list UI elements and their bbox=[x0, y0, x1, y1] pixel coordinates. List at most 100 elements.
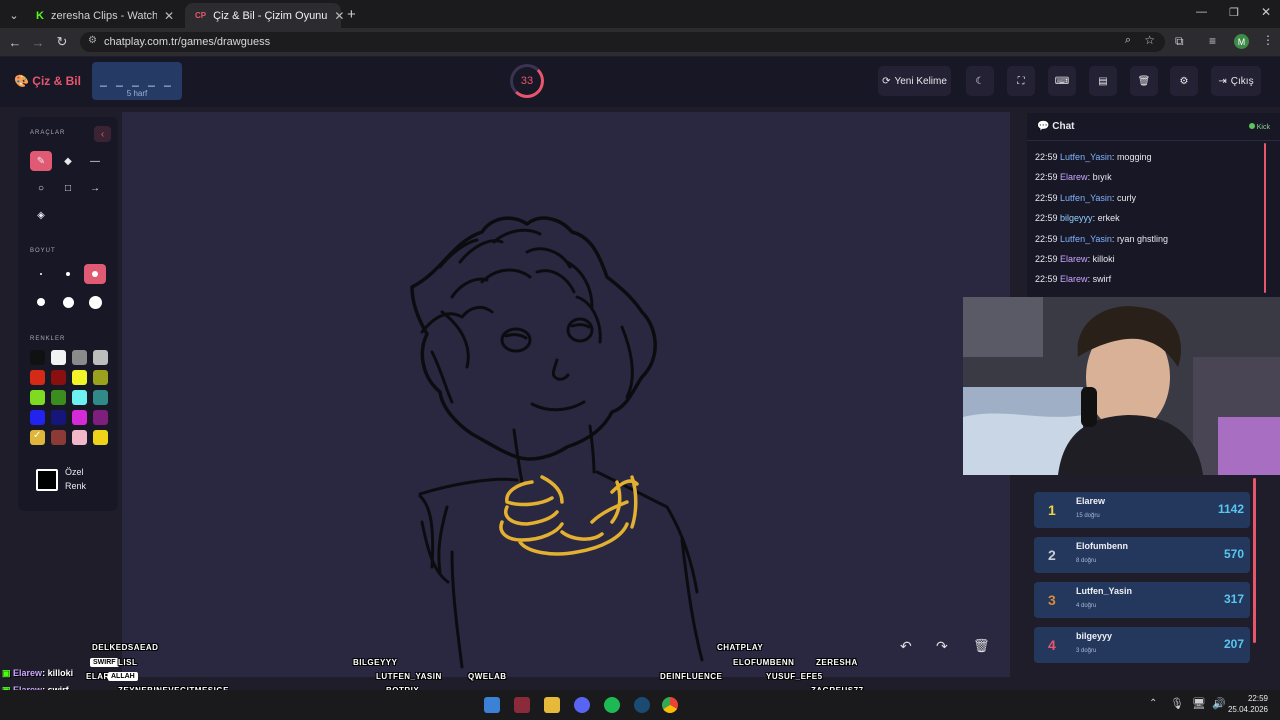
site-info-icon[interactable]: ⚙ bbox=[88, 35, 97, 46]
color-swatch[interactable] bbox=[51, 350, 66, 365]
message-user[interactable]: Elarew bbox=[1060, 274, 1088, 284]
windows-start-icon[interactable] bbox=[484, 697, 500, 713]
color-swatch[interactable] bbox=[93, 350, 108, 365]
message-user[interactable]: bilgeyyy bbox=[1060, 213, 1093, 223]
address-input[interactable]: ⚙ chatplay.com.tr/games/drawguess ⌕ ☆ bbox=[80, 32, 1165, 52]
color-swatch[interactable] bbox=[51, 410, 66, 425]
archive-button[interactable]: ▤ bbox=[1089, 66, 1117, 96]
message-time: 22:59 bbox=[1035, 213, 1058, 224]
keyboard-button[interactable]: ⌨ bbox=[1048, 66, 1076, 96]
bookmark-star-icon[interactable]: ☆ bbox=[1144, 33, 1155, 47]
arrow-tool[interactable]: → bbox=[84, 178, 106, 198]
color-swatch[interactable] bbox=[93, 430, 108, 445]
undo-icon[interactable]: ↶ bbox=[900, 638, 912, 655]
leaderboard-scrollbar[interactable] bbox=[1253, 478, 1256, 643]
message-user[interactable]: Lutfen_Yasin bbox=[1060, 152, 1112, 162]
color-swatch[interactable] bbox=[30, 410, 45, 425]
close-icon[interactable]: ✕ bbox=[164, 9, 174, 23]
volume-icon[interactable]: 🔊 bbox=[1212, 697, 1226, 710]
message-user[interactable]: Lutfen_Yasin bbox=[1060, 193, 1112, 203]
forward-icon[interactable]: → bbox=[28, 32, 48, 52]
eraser-tool[interactable]: ◆ bbox=[57, 151, 79, 171]
brush-tool[interactable]: ✎ bbox=[30, 151, 52, 171]
browser-menu-icon[interactable]: ⋮ bbox=[1262, 33, 1274, 47]
reload-icon[interactable]: ↻ bbox=[52, 32, 72, 52]
exit-label: Çıkış bbox=[1230, 75, 1254, 87]
color-swatch[interactable] bbox=[72, 410, 87, 425]
media-icon[interactable]: ≡ bbox=[1209, 34, 1216, 48]
exit-button[interactable]: ⇥ Çıkış bbox=[1211, 66, 1261, 96]
color-swatch[interactable] bbox=[51, 370, 66, 385]
color-swatch[interactable] bbox=[30, 370, 45, 385]
fullscreen-button[interactable]: ⛶ bbox=[1007, 66, 1035, 96]
new-tab-icon[interactable]: + bbox=[347, 6, 356, 23]
size-option-1[interactable] bbox=[30, 264, 52, 284]
minimize-icon[interactable]: — bbox=[1196, 6, 1207, 18]
color-swatch[interactable] bbox=[72, 370, 87, 385]
system-clock[interactable]: 22:59 25.04.2026 bbox=[1226, 693, 1268, 715]
line-tool[interactable]: — bbox=[84, 151, 106, 171]
color-swatch[interactable] bbox=[30, 350, 45, 365]
expand-icon: ⛶ bbox=[1017, 75, 1025, 87]
new-word-button[interactable]: ⟳ Yeni Kelime bbox=[878, 66, 951, 96]
message-user[interactable]: Lutfen_Yasin bbox=[1060, 234, 1112, 244]
tab-search-button[interactable]: ⌄ bbox=[4, 3, 24, 28]
message-user[interactable]: Elarew bbox=[1060, 254, 1088, 264]
color-swatch[interactable] bbox=[72, 350, 87, 365]
player-rank: 2 bbox=[1048, 547, 1056, 563]
rectangle-tool[interactable]: □ bbox=[57, 178, 79, 198]
kick-icon: K bbox=[36, 9, 44, 22]
size-option-2[interactable] bbox=[57, 264, 79, 284]
size-option-4[interactable] bbox=[30, 292, 52, 312]
collapse-panel-button[interactable]: ‹ bbox=[94, 126, 111, 142]
color-swatch[interactable] bbox=[51, 390, 66, 405]
network-icon[interactable]: 🖥 bbox=[1192, 697, 1206, 710]
app-icon[interactable] bbox=[514, 697, 530, 713]
custom-color-button[interactable] bbox=[36, 469, 58, 491]
color-swatch[interactable]: ✓ bbox=[30, 430, 45, 445]
color-swatch[interactable] bbox=[93, 410, 108, 425]
color-swatch[interactable] bbox=[93, 370, 108, 385]
back-icon[interactable]: ← bbox=[5, 32, 25, 52]
fill-tool[interactable]: ◈ bbox=[30, 205, 52, 225]
tray-expand-icon[interactable]: ⌃ bbox=[1149, 698, 1157, 709]
color-swatch[interactable] bbox=[72, 390, 87, 405]
tab-kick[interactable]: K zeresha Clips - Watch Live on K ✕ bbox=[26, 3, 184, 28]
size-option-3[interactable] bbox=[84, 264, 106, 284]
size-option-5[interactable] bbox=[57, 292, 79, 312]
tab-chatplay[interactable]: CP Çiz & Bil - Çizim Oyunu ✕ bbox=[185, 3, 344, 28]
chrome-icon[interactable] bbox=[662, 697, 678, 713]
color-swatch[interactable] bbox=[93, 390, 108, 405]
discord-icon[interactable] bbox=[574, 697, 590, 713]
close-icon[interactable]: ✕ bbox=[334, 9, 344, 23]
color-swatch[interactable] bbox=[30, 390, 45, 405]
color-swatch[interactable] bbox=[51, 430, 66, 445]
color-swatch[interactable] bbox=[72, 430, 87, 445]
redo-icon[interactable]: ↷ bbox=[936, 638, 948, 655]
chevron-down-icon: ⌄ bbox=[9, 10, 19, 22]
app-logo[interactable]: 🎨 Çiz & Bil bbox=[14, 74, 81, 88]
chat-title: Chat bbox=[1052, 121, 1075, 132]
drawing-canvas[interactable]: ↶ ↷ 🗑 bbox=[122, 112, 1010, 677]
overlay-name: ZERESHA bbox=[816, 658, 858, 667]
chat-message: 22:59 Lutfen_Yasin: mogging bbox=[1035, 152, 1152, 162]
chat-scrollbar[interactable] bbox=[1264, 143, 1266, 293]
delete-button[interactable]: 🗑 bbox=[1130, 66, 1158, 96]
maximize-icon[interactable]: ❐ bbox=[1229, 6, 1239, 19]
clear-canvas-icon[interactable]: 🗑 bbox=[973, 638, 990, 654]
window-close-icon[interactable]: ✕ bbox=[1261, 5, 1271, 19]
player-name: Elarew bbox=[1076, 496, 1106, 506]
spotify-icon[interactable] bbox=[604, 697, 620, 713]
zoom-icon[interactable]: ⌕ bbox=[1125, 34, 1131, 47]
theme-toggle-button[interactable]: ☾ bbox=[966, 66, 994, 96]
folder-icon[interactable] bbox=[544, 697, 560, 713]
message-time: 22:59 bbox=[1035, 192, 1058, 203]
profile-avatar[interactable]: M bbox=[1234, 34, 1249, 49]
settings-button[interactable]: ⚙ bbox=[1170, 66, 1198, 96]
size-option-6[interactable] bbox=[84, 292, 106, 312]
extensions-icon[interactable]: ⧉ bbox=[1175, 34, 1184, 49]
message-user[interactable]: Elarew bbox=[1060, 172, 1088, 182]
circle-tool[interactable]: ○ bbox=[30, 178, 52, 198]
microphone-icon[interactable]: 🎙 bbox=[1170, 697, 1184, 710]
steam-icon[interactable] bbox=[634, 697, 650, 713]
